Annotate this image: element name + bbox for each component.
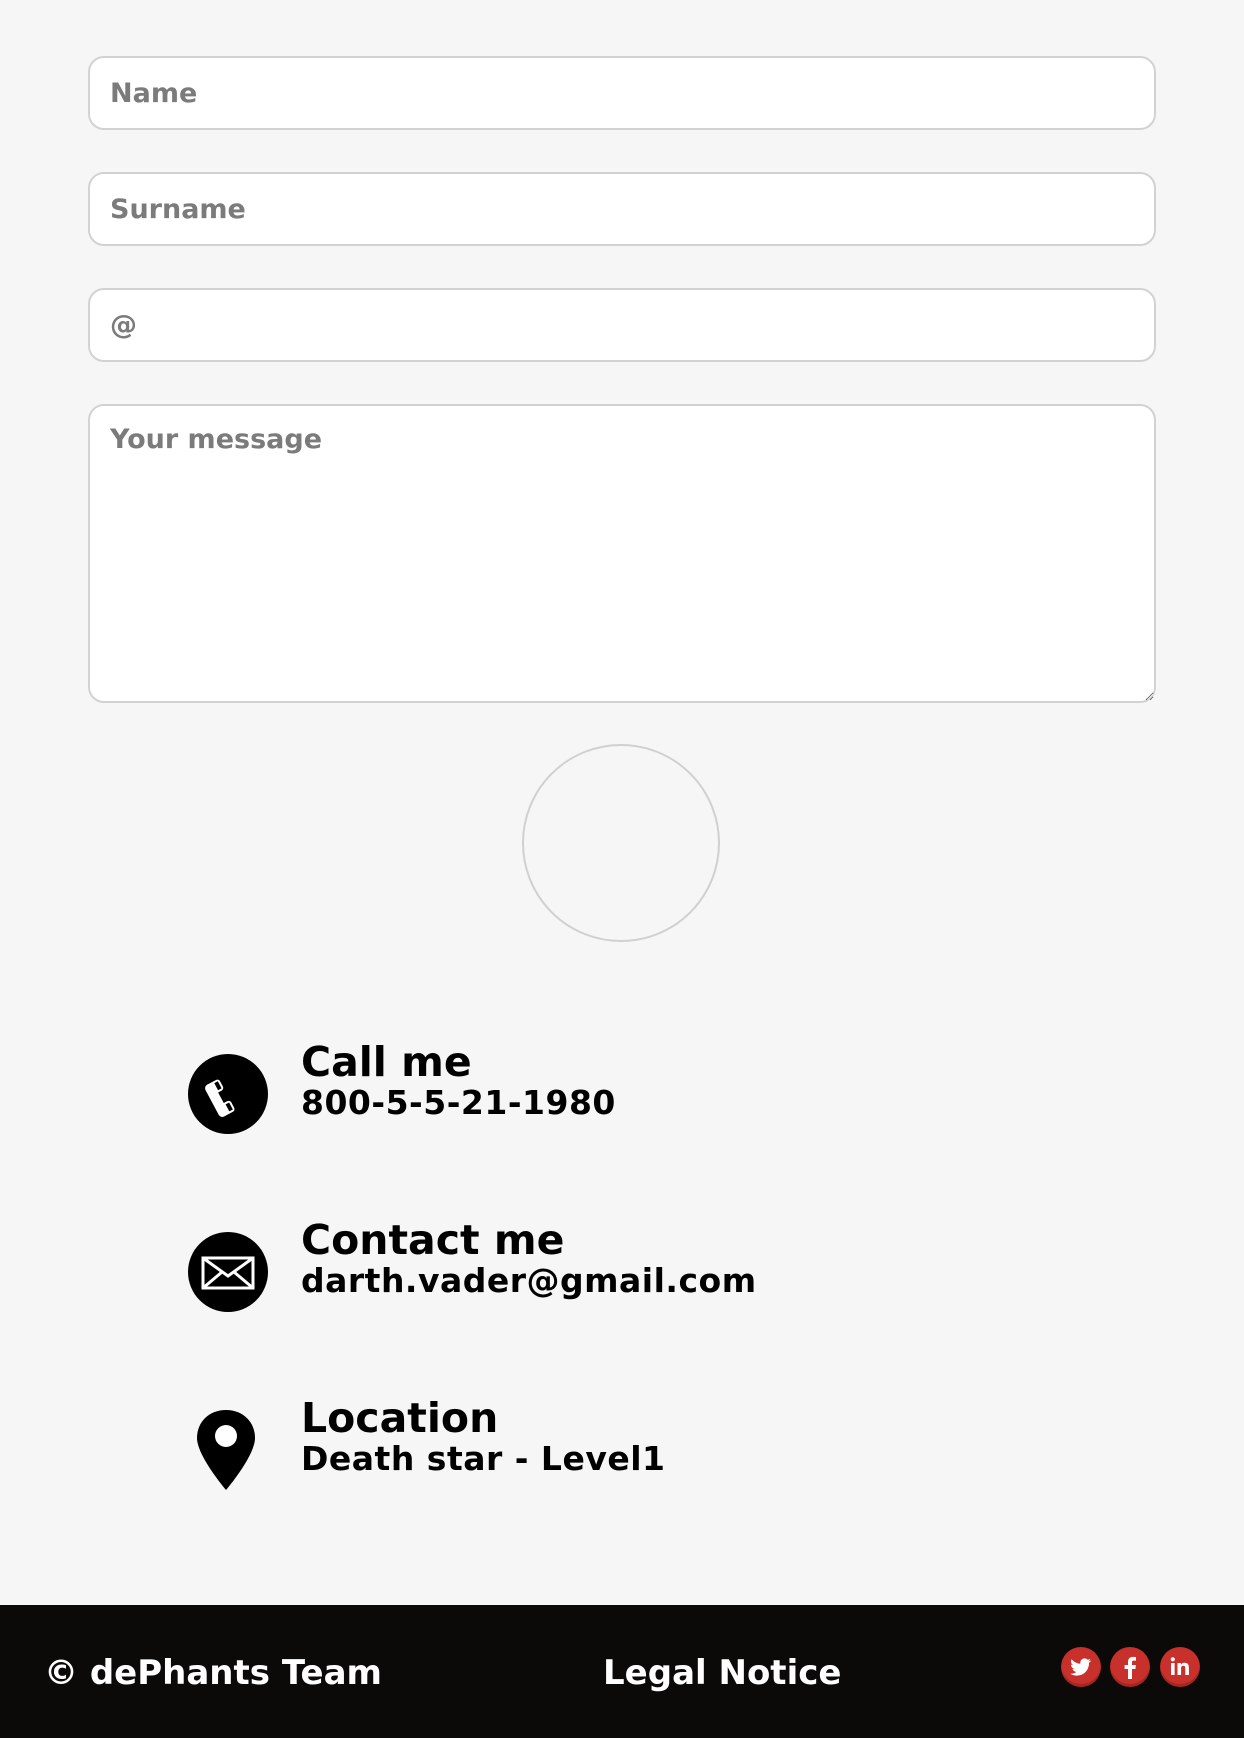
submit-button[interactable] <box>522 744 720 942</box>
facebook-icon <box>1124 1656 1136 1679</box>
phone-number: 800-5-5-21-1980 <box>301 1083 616 1122</box>
contact-title: Call me <box>301 1038 472 1086</box>
email-address: darth.vader@gmail.com <box>301 1261 757 1300</box>
twitter-link[interactable] <box>1061 1647 1101 1687</box>
email-input[interactable] <box>88 288 1156 362</box>
message-textarea[interactable] <box>88 404 1156 703</box>
contact-title: Location <box>301 1394 499 1442</box>
phone-icon <box>188 1054 268 1134</box>
twitter-icon <box>1070 1658 1092 1676</box>
contact-title: Contact me <box>301 1216 565 1264</box>
footer: © dePhants Team Legal Notice <box>0 1605 1244 1738</box>
linkedin-link[interactable] <box>1160 1647 1200 1687</box>
surname-input[interactable] <box>88 172 1156 246</box>
copyright-text: © dePhants Team <box>44 1653 382 1693</box>
location-pin-icon <box>197 1410 255 1490</box>
name-input[interactable] <box>88 56 1156 130</box>
envelope-icon <box>188 1232 268 1312</box>
legal-notice-link[interactable]: Legal Notice <box>603 1653 841 1693</box>
linkedin-icon <box>1170 1657 1189 1675</box>
location-text: Death star - Level1 <box>301 1439 666 1478</box>
facebook-link[interactable] <box>1110 1647 1150 1687</box>
